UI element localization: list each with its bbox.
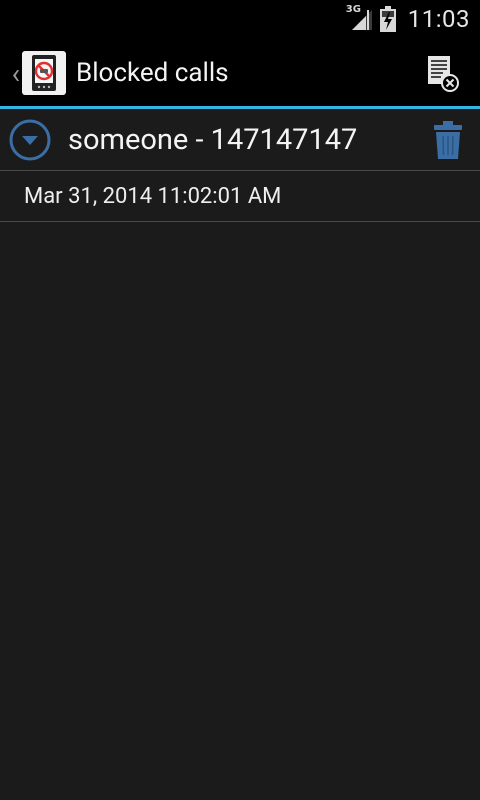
page-title: Blocked calls xyxy=(76,58,229,88)
blocked-calls-list: someone - 147147147 Mar 31, 2014 11:02:0… xyxy=(0,109,480,222)
call-detail-row: Mar 31, 2014 11:02:01 AM xyxy=(0,171,480,222)
clear-log-button[interactable] xyxy=(412,43,472,103)
clear-log-icon xyxy=(428,56,459,92)
expand-button[interactable] xyxy=(8,118,52,162)
call-timestamp: Mar 31, 2014 11:02:01 AM xyxy=(24,183,282,209)
chevron-left-icon[interactable]: ‹ xyxy=(0,38,20,108)
list-item[interactable]: someone - 147147147 xyxy=(0,109,480,171)
delete-button[interactable] xyxy=(424,116,472,164)
trash-icon xyxy=(434,120,462,159)
caller-label: someone - 147147147 xyxy=(68,122,358,157)
action-bar: ‹ Blocked calls xyxy=(0,38,480,108)
signal-icon: 3G xyxy=(346,4,372,32)
blocked-phone-app-icon[interactable] xyxy=(22,51,66,95)
battery-charging-icon xyxy=(379,6,396,32)
chevron-down-icon xyxy=(9,119,51,160)
status-icons: 3G 11:03 xyxy=(346,4,470,33)
status-bar: 3G 11:03 xyxy=(0,0,480,38)
status-clock: 11:03 xyxy=(407,5,470,33)
